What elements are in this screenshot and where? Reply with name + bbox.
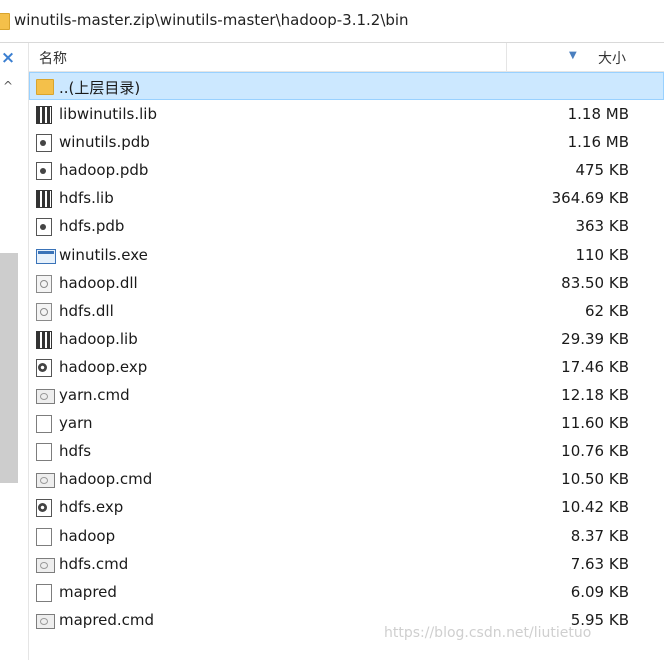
file-size: 6.09 KB	[570, 582, 629, 601]
list-item[interactable]: hdfs.dll 62 KB	[29, 297, 664, 325]
file-size: 11.60 KB	[561, 414, 629, 433]
lib-icon	[36, 330, 52, 349]
file-name: winutils.exe	[59, 245, 148, 264]
file-name: winutils.pdb	[59, 133, 150, 152]
cmd-icon	[36, 613, 55, 629]
pdb-icon	[36, 162, 52, 181]
file-name: hdfs.lib	[59, 189, 114, 208]
file-name: hadoop.exp	[59, 357, 148, 376]
address-path[interactable]: winutils-master.zip\winutils-master\hado…	[14, 11, 409, 29]
exe-icon	[36, 248, 56, 264]
folder-icon	[0, 13, 10, 30]
file-size: 62 KB	[585, 301, 629, 320]
file-size: 10.76 KB	[561, 442, 629, 461]
file-name: hdfs	[59, 442, 92, 461]
file-name: hdfs.cmd	[59, 554, 129, 573]
list-item[interactable]: yarn.cmd 12.18 KB	[29, 381, 664, 409]
scrollbar-thumb[interactable]	[0, 253, 18, 483]
file-name: hadoop.pdb	[59, 161, 149, 180]
file-name: libwinutils.lib	[59, 105, 157, 124]
address-bar[interactable]: winutils-master.zip\winutils-master\hado…	[0, 0, 664, 43]
file-size: 110 KB	[575, 245, 629, 264]
file-size: 7.63 KB	[570, 554, 629, 573]
exp-icon	[36, 499, 52, 518]
exp-icon	[36, 358, 52, 377]
file-name: yarn	[59, 414, 93, 433]
list-item[interactable]: hdfs.cmd 7.63 KB	[29, 550, 664, 578]
list-item[interactable]: mapred 6.09 KB	[29, 578, 664, 606]
list-item[interactable]: hdfs 10.76 KB	[29, 437, 664, 465]
file-name: ..(上层目录)	[59, 79, 141, 97]
file-size: 83.50 KB	[561, 273, 629, 292]
column-header-size[interactable]: 大小	[598, 48, 626, 68]
file-name: hdfs.exp	[59, 498, 124, 517]
file-name: hadoop.cmd	[59, 470, 153, 489]
list-item-parent-folder[interactable]: ..(上层目录)	[29, 72, 664, 101]
list-item[interactable]: hadoop.pdb 475 KB	[29, 156, 664, 184]
list-item[interactable]: hdfs.exp 10.42 KB	[29, 493, 664, 521]
file-name: mapred.cmd	[59, 610, 155, 629]
list-item[interactable]: hadoop.exp 17.46 KB	[29, 353, 664, 381]
cmd-icon	[36, 557, 55, 573]
close-icon[interactable]: ×	[0, 48, 16, 68]
file-name: hadoop.dll	[59, 273, 138, 292]
pdb-icon	[36, 218, 52, 237]
column-header-name[interactable]: 名称	[39, 48, 67, 68]
folder-icon	[36, 79, 54, 95]
lib-icon	[36, 190, 52, 209]
file-icon	[36, 527, 52, 546]
watermark: https://blog.csdn.net/liutietuo	[384, 625, 592, 641]
column-header: 名称 ▼ 大小	[29, 43, 664, 72]
file-size: 10.42 KB	[561, 498, 629, 517]
navigation-pane: × ^	[0, 43, 20, 660]
list-item[interactable]: hadoop 8.37 KB	[29, 522, 664, 550]
list-item[interactable]: hdfs.pdb 363 KB	[29, 212, 664, 240]
file-name: yarn.cmd	[59, 386, 130, 405]
list-item[interactable]: hdfs.lib 364.69 KB	[29, 184, 664, 212]
file-size: 475 KB	[575, 161, 629, 180]
list-item[interactable]: hadoop.dll 83.50 KB	[29, 269, 664, 297]
list-item[interactable]: hadoop.lib 29.39 KB	[29, 325, 664, 353]
list-item[interactable]: hadoop.cmd 10.50 KB	[29, 465, 664, 493]
file-size: 8.37 KB	[570, 526, 629, 545]
dll-icon	[36, 302, 52, 321]
file-name: hdfs.dll	[59, 301, 114, 320]
cmd-icon	[36, 473, 55, 489]
file-size: 1.18 MB	[567, 105, 629, 124]
file-icon	[36, 583, 52, 602]
list-item[interactable]: libwinutils.lib 1.18 MB	[29, 100, 664, 128]
column-separator[interactable]	[506, 43, 507, 71]
file-size: 29.39 KB	[561, 329, 629, 348]
file-name: hdfs.pdb	[59, 217, 125, 236]
file-name: hadoop	[59, 526, 116, 545]
file-name: hadoop.lib	[59, 329, 138, 348]
lib-icon	[36, 106, 52, 125]
dll-icon	[36, 274, 52, 293]
file-size: 363 KB	[575, 217, 629, 236]
file-icon	[36, 415, 52, 434]
file-name: mapred	[59, 582, 117, 601]
list-item[interactable]: yarn 11.60 KB	[29, 409, 664, 437]
list-item[interactable]: winutils.pdb 1.16 MB	[29, 128, 664, 156]
pdb-icon	[36, 134, 52, 153]
file-size: 10.50 KB	[561, 470, 629, 489]
list-item[interactable]: winutils.exe 110 KB	[29, 241, 664, 269]
file-size: 1.16 MB	[567, 133, 629, 152]
file-size: 364.69 KB	[551, 189, 629, 208]
chevron-up-icon[interactable]: ^	[0, 79, 16, 93]
file-size: 17.46 KB	[561, 357, 629, 376]
file-size: 12.18 KB	[561, 386, 629, 405]
file-icon	[36, 443, 52, 462]
file-list: ..(上层目录) libwinutils.lib 1.18 MB winutils.p…	[29, 72, 664, 634]
sort-arrow-icon: ▼	[569, 50, 577, 61]
cmd-icon	[36, 389, 55, 405]
